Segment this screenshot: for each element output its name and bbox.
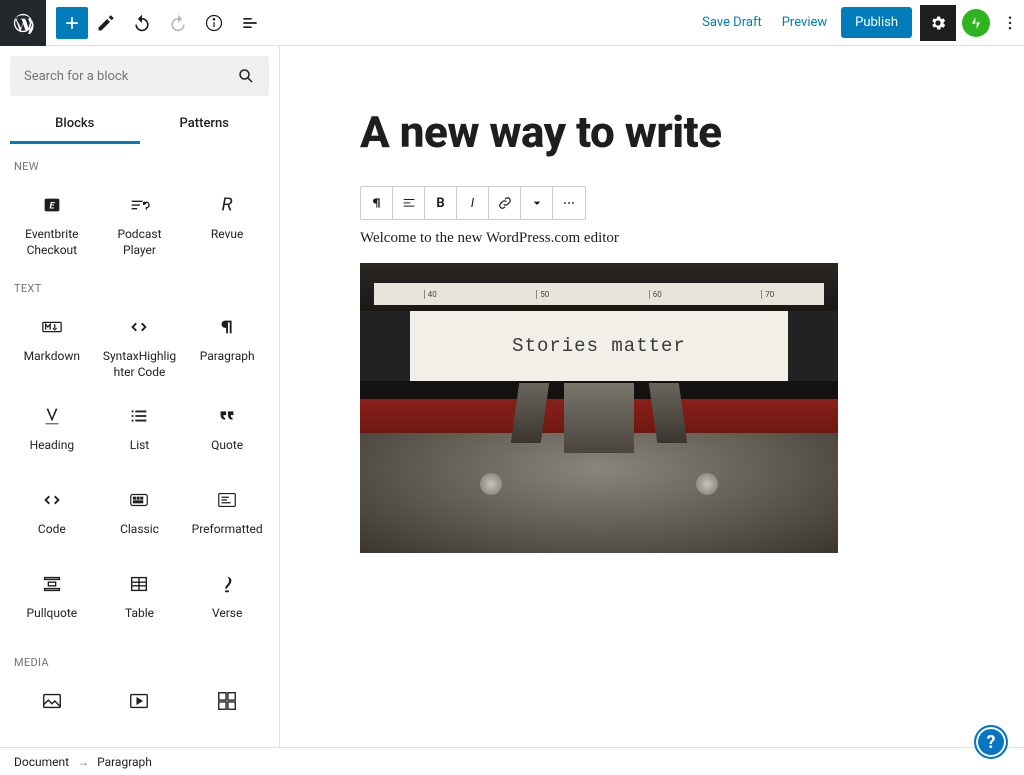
block-toolbar: B I xyxy=(360,186,586,220)
pullquote-icon xyxy=(40,572,64,596)
breadcrumb-separator: → xyxy=(77,755,89,769)
preformatted-icon xyxy=(215,488,239,512)
category-new-label: NEW xyxy=(10,144,269,181)
more-options-button[interactable] xyxy=(553,187,585,219)
revue-icon: R xyxy=(215,193,239,217)
block-type-button[interactable] xyxy=(361,187,393,219)
inserter-tabs: Blocks Patterns xyxy=(10,106,269,144)
paragraph-icon xyxy=(215,315,239,339)
breadcrumb: Document → Paragraph xyxy=(0,747,1024,775)
wordpress-logo[interactable] xyxy=(0,0,46,46)
tab-blocks[interactable]: Blocks xyxy=(10,106,140,144)
eventbrite-icon: E xyxy=(40,193,64,217)
block-video[interactable] xyxy=(98,677,182,747)
typewriter-text: Stories matter xyxy=(410,311,788,381)
block-list[interactable]: List xyxy=(98,392,182,472)
block-heading[interactable]: Heading xyxy=(10,392,94,472)
paragraph-block[interactable]: Welcome to the new WordPress.com editor xyxy=(360,230,944,247)
publish-button[interactable]: Publish xyxy=(841,7,912,38)
edit-mode-button[interactable] xyxy=(88,5,124,41)
block-preformatted[interactable]: Preformatted xyxy=(185,476,269,556)
image-block[interactable]: 40 50 60 70 Stories matter xyxy=(360,263,838,553)
block-pullquote[interactable]: Pullquote xyxy=(10,560,94,640)
tab-patterns[interactable]: Patterns xyxy=(140,106,270,144)
search-icon xyxy=(237,67,255,85)
block-code[interactable]: Code xyxy=(10,476,94,556)
more-menu-button[interactable] xyxy=(996,5,1024,41)
podcast-icon xyxy=(127,193,151,217)
block-classic[interactable]: Classic xyxy=(98,476,182,556)
dropdown-button[interactable] xyxy=(521,187,553,219)
block-inserter-sidebar: Blocks Patterns NEW E Eventbrite Checkou… xyxy=(0,46,280,747)
jetpack-button[interactable] xyxy=(962,9,990,37)
svg-text:R: R xyxy=(222,195,233,216)
save-draft-link[interactable]: Save Draft xyxy=(692,15,772,30)
classic-icon xyxy=(127,488,151,512)
block-podcast[interactable]: Podcast Player xyxy=(98,181,182,266)
link-button[interactable] xyxy=(489,187,521,219)
redo-button[interactable] xyxy=(160,5,196,41)
italic-button[interactable]: I xyxy=(457,187,489,219)
code-icon xyxy=(40,488,64,512)
block-eventbrite[interactable]: E Eventbrite Checkout xyxy=(10,181,94,266)
heading-icon xyxy=(40,404,64,428)
block-quote[interactable]: Quote xyxy=(185,392,269,472)
quote-icon xyxy=(215,404,239,428)
block-markdown[interactable]: Markdown xyxy=(10,303,94,388)
preview-link[interactable]: Preview xyxy=(772,15,837,30)
block-verse[interactable]: Verse xyxy=(185,560,269,640)
breadcrumb-paragraph[interactable]: Paragraph xyxy=(97,755,152,769)
block-paragraph[interactable]: Paragraph xyxy=(185,303,269,388)
help-button[interactable]: ? xyxy=(974,725,1008,759)
block-syntax[interactable]: SyntaxHighlighter Code xyxy=(98,303,182,388)
add-block-button[interactable] xyxy=(56,7,88,39)
block-revue[interactable]: R Revue xyxy=(185,181,269,266)
block-search[interactable] xyxy=(10,56,269,96)
settings-button[interactable] xyxy=(920,5,956,41)
list-icon xyxy=(127,404,151,428)
breadcrumb-document[interactable]: Document xyxy=(14,755,69,769)
table-icon xyxy=(127,572,151,596)
editor-canvas[interactable]: A new way to write B I Welcome to the ne… xyxy=(280,46,1024,747)
outline-button[interactable] xyxy=(232,5,268,41)
category-media-label: MEDIA xyxy=(10,640,269,677)
align-button[interactable] xyxy=(393,187,425,219)
block-image[interactable] xyxy=(10,677,94,747)
verse-icon xyxy=(215,572,239,596)
post-title[interactable]: A new way to write xyxy=(360,106,944,158)
category-text-label: TEXT xyxy=(10,266,269,303)
bold-button[interactable]: B xyxy=(425,187,457,219)
block-table[interactable]: Table xyxy=(98,560,182,640)
block-gallery[interactable] xyxy=(185,677,269,747)
image-icon xyxy=(40,689,64,713)
video-icon xyxy=(127,689,151,713)
info-button[interactable] xyxy=(196,5,232,41)
search-input[interactable] xyxy=(24,69,237,84)
gallery-icon xyxy=(215,689,239,713)
top-toolbar: Save Draft Preview Publish xyxy=(0,0,1024,46)
markdown-icon xyxy=(40,315,64,339)
undo-button[interactable] xyxy=(124,5,160,41)
syntax-icon xyxy=(127,315,151,339)
